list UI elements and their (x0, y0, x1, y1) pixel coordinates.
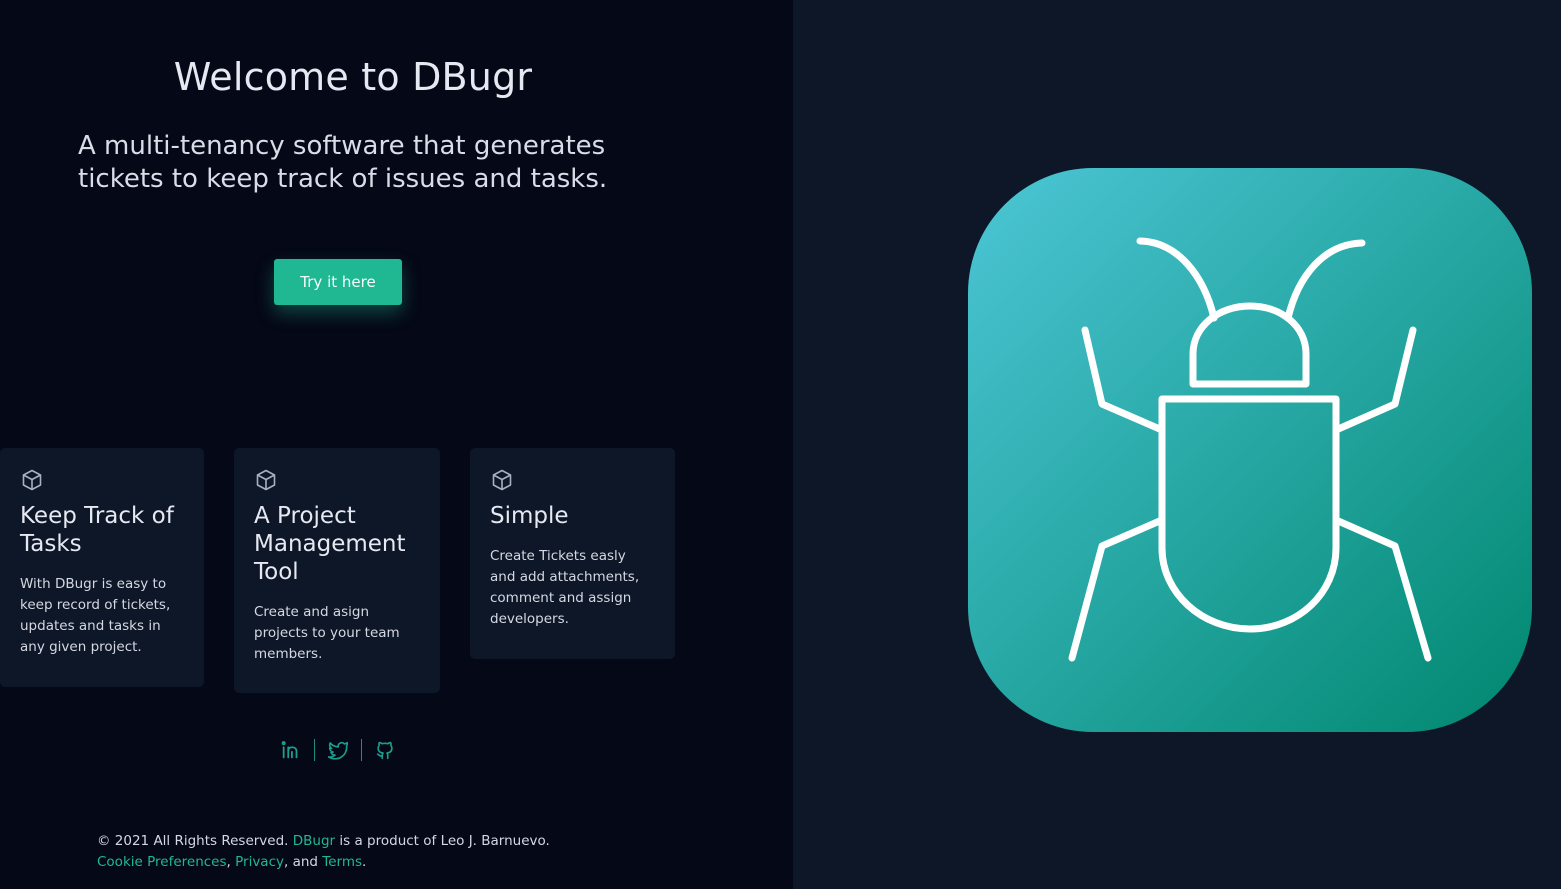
feature-card-simple: Simple Create Tickets easly and add atta… (470, 448, 675, 659)
cube-icon (256, 469, 276, 491)
privacy-link[interactable]: Privacy (235, 854, 284, 870)
github-icon (376, 741, 393, 760)
footer-line-2: Cookie Preferences, Privacy, and Terms. (97, 852, 697, 873)
copyright-text: © 2021 All Rights Reserved. (97, 833, 289, 849)
product-of-text: is a product of Leo J. Barnuevo. (339, 833, 550, 849)
feature-description: Create Tickets easly and add attachments… (490, 548, 640, 627)
twitter-link[interactable] (321, 736, 355, 764)
footer: © 2021 All Rights Reserved. DBugr is a p… (97, 831, 697, 873)
footer-line-1: © 2021 All Rights Reserved. DBugr is a p… (97, 831, 697, 852)
feature-title: Keep Track of Tasks (20, 503, 174, 557)
footer-end: . (362, 854, 367, 870)
dbugr-link[interactable]: DBugr (293, 833, 335, 849)
cube-icon (492, 469, 512, 491)
try-it-here-button[interactable]: Try it here (274, 259, 402, 305)
cube-icon (22, 469, 42, 491)
footer-separator: , and (284, 854, 318, 870)
landing-page: Welcome to DBugr A multi-tenancy softwar… (0, 0, 1561, 889)
feature-card-track-tasks: Keep Track of Tasks With DBugr is easy t… (0, 448, 204, 687)
social-divider (314, 739, 315, 761)
github-link[interactable] (368, 736, 402, 764)
linkedin-link[interactable] (274, 736, 308, 764)
feature-title: A Project Management Tool (254, 503, 406, 585)
left-panel: Welcome to DBugr A multi-tenancy softwar… (0, 0, 793, 889)
bug-icon (968, 168, 1532, 732)
social-divider (361, 739, 362, 761)
hero-subtitle: A multi-tenancy software that generates … (78, 131, 608, 194)
feature-description: Create and asign projects to your team m… (254, 604, 400, 662)
page-title: Welcome to DBugr (173, 55, 533, 99)
terms-link[interactable]: Terms (322, 854, 362, 870)
feature-title: Simple (490, 503, 569, 529)
twitter-icon (327, 741, 349, 760)
linkedin-icon (281, 741, 298, 759)
feature-description: With DBugr is easy to keep record of tic… (20, 576, 171, 655)
footer-separator: , (226, 854, 231, 870)
social-links (274, 736, 402, 764)
app-logo (968, 168, 1532, 732)
feature-card-project-management: A Project Management Tool Create and asi… (234, 448, 440, 693)
cookie-preferences-link[interactable]: Cookie Preferences (97, 854, 227, 870)
